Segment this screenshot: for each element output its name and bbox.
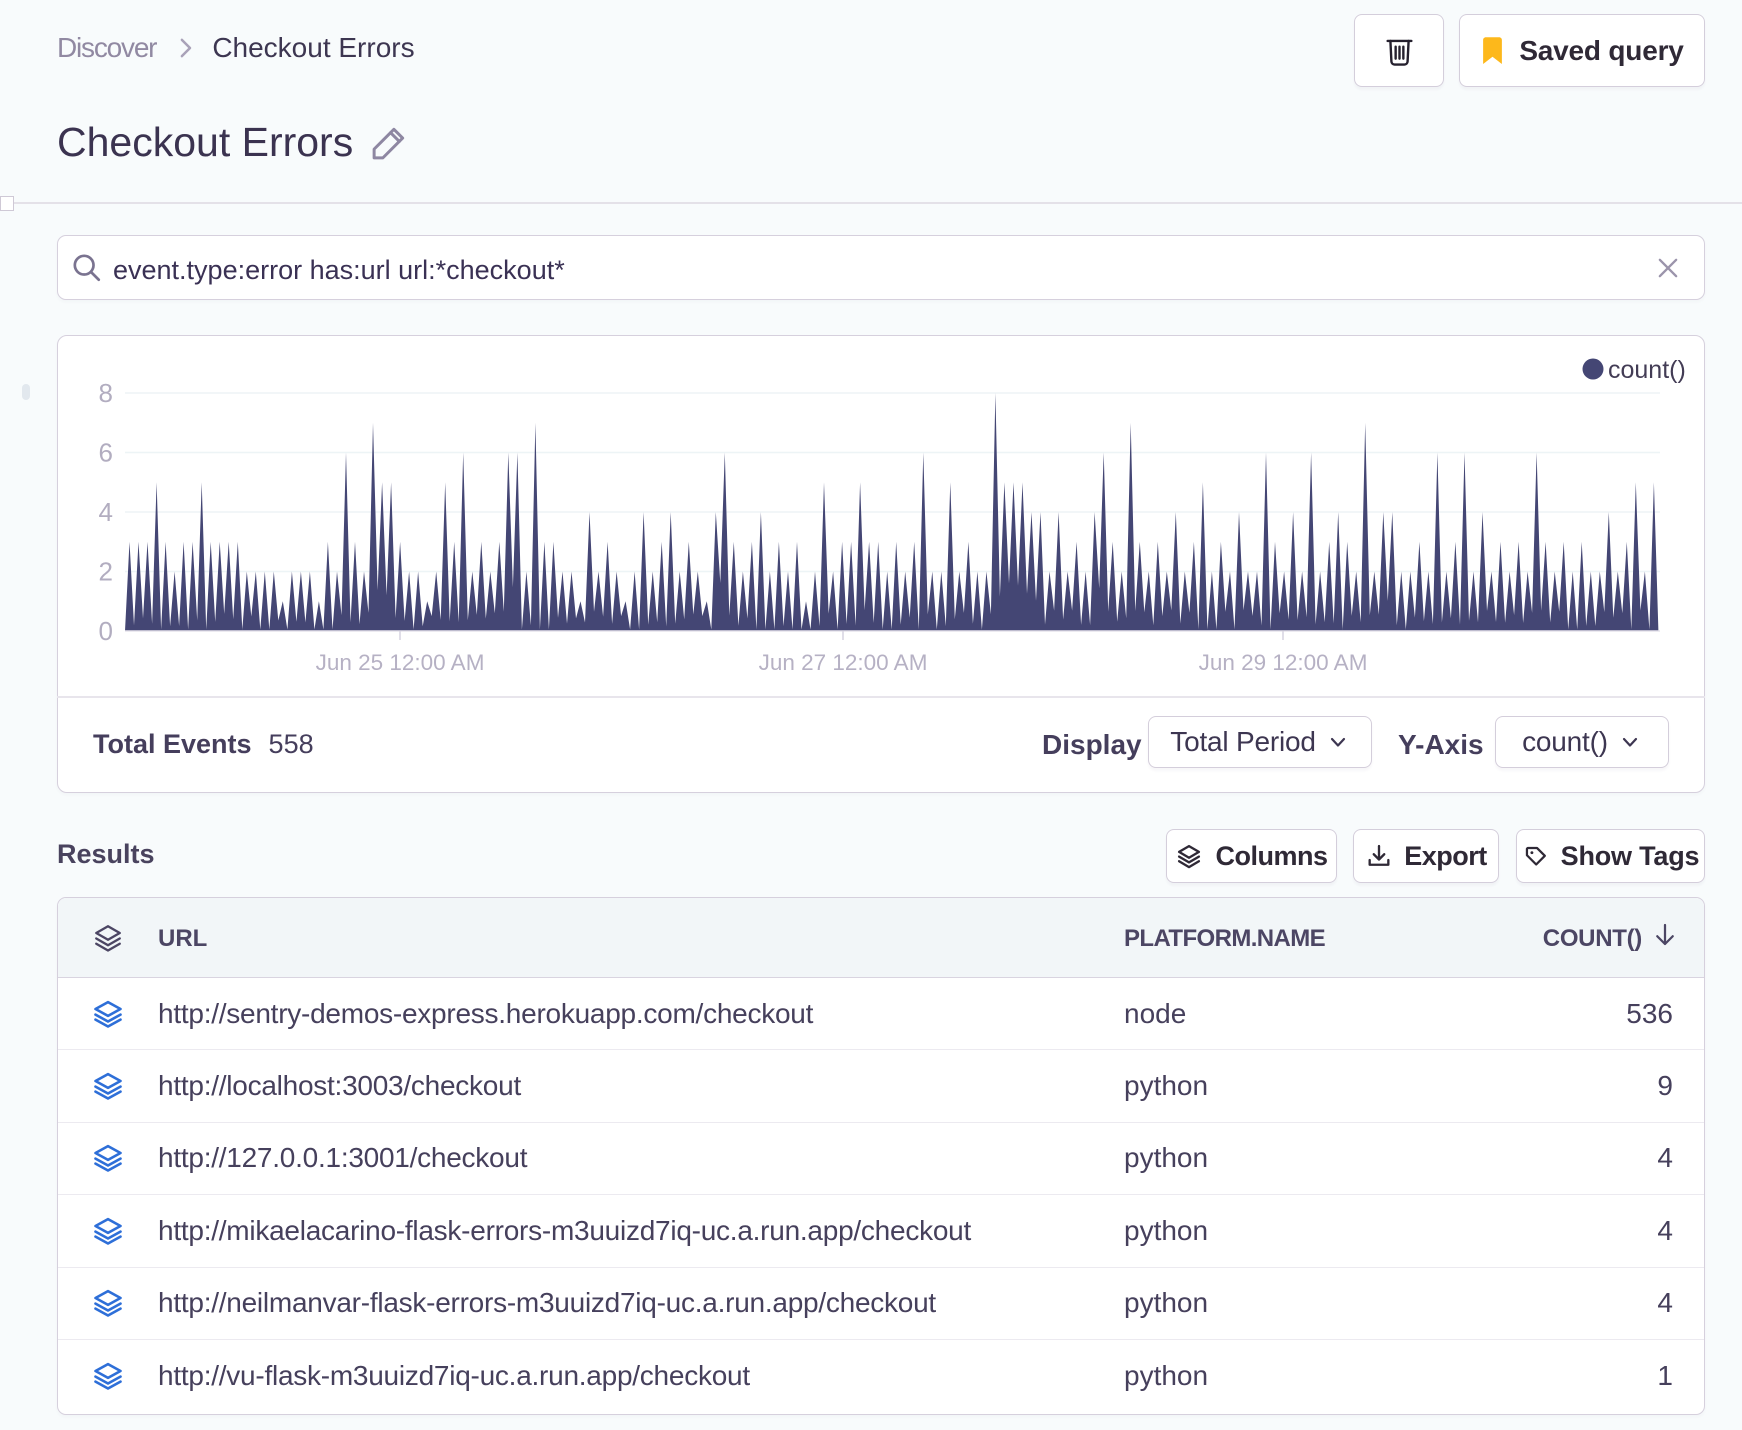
svg-text:Jun 29 12:00 AM: Jun 29 12:00 AM	[1199, 650, 1368, 675]
svg-text:Jun 27 12:00 AM: Jun 27 12:00 AM	[759, 650, 928, 675]
svg-text:2: 2	[99, 557, 113, 587]
svg-text:4: 4	[99, 497, 113, 527]
svg-text:0: 0	[99, 616, 113, 646]
svg-text:count(): count()	[1608, 356, 1686, 384]
svg-text:8: 8	[99, 378, 113, 408]
svg-text:6: 6	[99, 438, 113, 468]
svg-text:Jun 25 12:00 AM: Jun 25 12:00 AM	[316, 650, 485, 675]
